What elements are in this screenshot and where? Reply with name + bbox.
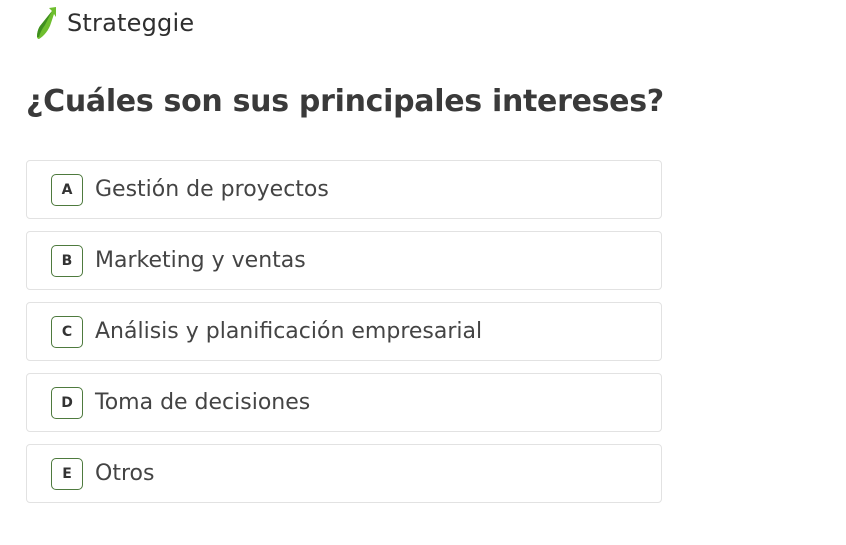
- option-key-badge: D: [51, 386, 83, 419]
- option-key-badge: B: [51, 244, 83, 277]
- brand-logo[interactable]: Strateggie: [35, 6, 194, 40]
- answer-options-list: A Gestión de proyectos B Marketing y ven…: [26, 160, 662, 515]
- leaf-arrow-logo-icon: [37, 7, 56, 39]
- option-b[interactable]: B Marketing y ventas: [26, 231, 662, 290]
- option-d[interactable]: D Toma de decisiones: [26, 373, 662, 432]
- option-a[interactable]: A Gestión de proyectos: [26, 160, 662, 219]
- option-label: Análisis y planificación empresarial: [95, 319, 483, 344]
- option-key-badge: C: [51, 315, 83, 348]
- option-key-badge: E: [51, 457, 83, 490]
- option-e[interactable]: E Otros: [26, 444, 662, 503]
- option-label: Toma de decisiones: [95, 390, 311, 415]
- brand-name: Strateggie: [67, 9, 195, 37]
- option-label: Marketing y ventas: [95, 248, 306, 273]
- option-label: Otros: [95, 461, 155, 486]
- question-title: ¿Cuáles son sus principales intereses?: [26, 84, 664, 119]
- option-c[interactable]: C Análisis y planificación empresarial: [26, 302, 662, 361]
- option-label: Gestión de proyectos: [95, 177, 329, 202]
- option-key-badge: A: [51, 173, 83, 206]
